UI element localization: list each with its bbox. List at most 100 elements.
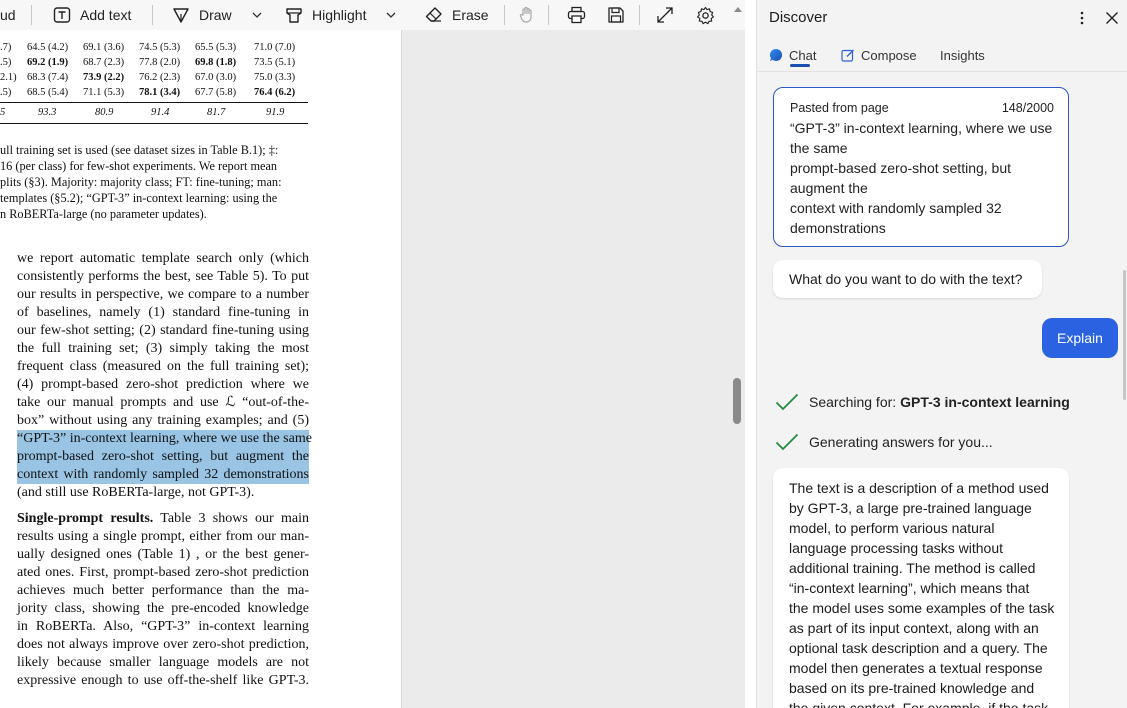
body-text-line: take our manual prompts and use ℒ “out-o… bbox=[17, 395, 309, 410]
pasted-text-card[interactable]: Pasted from page 148/2000 “GPT-3” in-con… bbox=[773, 87, 1069, 247]
body-text-line: box” without using any training examples… bbox=[17, 413, 309, 428]
answer-line: optional task description and a query. T… bbox=[789, 640, 1048, 656]
search-query: GPT-3 in-context learning bbox=[900, 394, 1070, 410]
table-cell: 71.0 (7.0) bbox=[254, 42, 296, 53]
pdf-viewer: ud Add text Draw Highlight Erase .7) 64.… bbox=[0, 0, 745, 708]
character-count: 148/2000 bbox=[1001, 101, 1054, 115]
scroll-up-arrow-icon[interactable] bbox=[733, 0, 743, 12]
table-cell: 69.8 (1.8) bbox=[195, 57, 237, 68]
tab-label: Chat bbox=[789, 47, 817, 63]
highlight-label: Highlight bbox=[312, 7, 367, 23]
toolbar-divider bbox=[152, 5, 153, 25]
table-cell: 67.0 (3.0) bbox=[195, 72, 237, 83]
discover-pane: Discover Chat Compose Insights Pasted fr… bbox=[756, 0, 1127, 708]
highlighted-text-line[interactable]: “GPT-3” in-context learning, where we us… bbox=[17, 430, 312, 448]
table-cell: 74.5 (5.3) bbox=[139, 42, 181, 53]
erase-label: Erase bbox=[452, 7, 489, 23]
body-text-line: expressive enough to use off-the-shelf l… bbox=[17, 673, 309, 688]
answer-line: as part of its input context, along with… bbox=[789, 620, 1039, 636]
pasted-text-line: the same bbox=[790, 140, 848, 156]
answer-line: based on its pre-trained knowledge and bbox=[789, 680, 1035, 696]
table-cell: 73.5 (5.1) bbox=[254, 57, 296, 68]
table-cell: 75.0 (3.3) bbox=[254, 72, 296, 83]
print-icon[interactable] bbox=[567, 0, 586, 30]
add-text-label: Add text bbox=[80, 7, 132, 23]
body-text-line: achieves much better performance than th… bbox=[17, 583, 309, 598]
tab-compose[interactable]: Compose bbox=[841, 40, 917, 70]
prompt-text: What do you want to do with the text? bbox=[789, 271, 1023, 287]
body-text-line: our results in perspective, we compare t… bbox=[17, 287, 309, 302]
discover-scrollbar[interactable] bbox=[1123, 270, 1126, 400]
table-rule bbox=[0, 102, 308, 103]
vertical-scrollbar[interactable] bbox=[730, 30, 745, 708]
table-cell: 69.2 (1.9) bbox=[27, 57, 69, 68]
body-text-line: of baselines, namely (1) standard fine-t… bbox=[17, 305, 309, 320]
table-caption-line: 16 (per class) for few-shot experiments.… bbox=[0, 159, 278, 173]
tab-insights[interactable]: Insights bbox=[940, 40, 985, 70]
chevron-down-icon[interactable] bbox=[386, 12, 396, 18]
table-caption-line: n RoBERTa-large (no parameter updates). bbox=[0, 207, 207, 221]
scrollbar-thumb[interactable] bbox=[733, 378, 741, 424]
table-cell: 5 bbox=[0, 107, 6, 118]
erase-button[interactable]: Erase bbox=[424, 0, 489, 30]
body-text-line: the full training set; (3) simply taking… bbox=[17, 341, 309, 356]
body-text-line: Single-prompt results. Table 3 shows our… bbox=[17, 510, 309, 528]
body-text-line: jority class, showing the pre-encoded kn… bbox=[17, 601, 309, 616]
draw-button[interactable]: Draw bbox=[171, 0, 262, 30]
checkmark-icon bbox=[775, 392, 799, 412]
generating-status: Generating answers for you... bbox=[775, 431, 993, 453]
toolbar-divider bbox=[31, 5, 32, 25]
table-cell: 91.9 bbox=[266, 107, 285, 118]
compose-pencil-icon bbox=[841, 48, 855, 62]
table-cell: 67.7 (5.8) bbox=[195, 87, 237, 98]
highlighted-text-line[interactable]: prompt-based zero-shot setting, but augm… bbox=[17, 448, 309, 466]
tab-label: Compose bbox=[861, 47, 917, 63]
table-cell: 91.4 bbox=[151, 107, 170, 118]
save-icon[interactable] bbox=[607, 0, 625, 30]
answer-line: the given context. For example, if the t… bbox=[789, 700, 1049, 708]
answer-line: model, to perform various natural bbox=[789, 520, 995, 536]
answer-line: by GPT-3, a large pre-trained language bbox=[789, 500, 1032, 516]
answer-text: The text is a description of a method us… bbox=[789, 478, 1057, 708]
table-caption-line: templates (§5.2); “GPT-3” in-context lea… bbox=[0, 191, 278, 205]
answer-line: The text is a description of a method us… bbox=[789, 480, 1049, 496]
close-icon[interactable] bbox=[1102, 8, 1122, 28]
hand-icon[interactable] bbox=[518, 0, 536, 30]
pane-title: Discover bbox=[769, 9, 828, 26]
highlighted-text-line[interactable]: context with randomly sampled 32 demonst… bbox=[17, 466, 309, 484]
body-text-line: (and still use RoBERTa-large, not GPT-3)… bbox=[17, 485, 255, 500]
chevron-down-icon[interactable] bbox=[252, 12, 262, 18]
more-options-icon[interactable] bbox=[1073, 9, 1091, 27]
table-cell: 73.9 (2.2) bbox=[83, 72, 125, 83]
discover-header: Discover bbox=[757, 0, 1127, 36]
body-text-line: does not always improve over zero-shot p… bbox=[17, 637, 309, 652]
expand-icon[interactable] bbox=[656, 0, 674, 30]
pasted-text-line: demonstrations bbox=[790, 220, 886, 236]
highlight-button[interactable]: Highlight bbox=[284, 0, 396, 30]
pasted-text-line: prompt-based zero-shot setting, but bbox=[790, 160, 1012, 176]
table-cell: 64.5 (4.2) bbox=[27, 42, 69, 53]
body-text-line: our few-shot setting; (2) standard fine-… bbox=[17, 323, 309, 338]
body-text-line: ually designed ones (Table 1) , or the b… bbox=[17, 547, 309, 562]
toolbar-divider bbox=[548, 5, 549, 25]
table-cell: 71.1 (5.3) bbox=[83, 87, 125, 98]
pasted-text-line: augment the bbox=[790, 180, 868, 196]
table-cell: 81.7 bbox=[207, 107, 226, 118]
body-text-line: likely because smaller language models a… bbox=[17, 655, 309, 670]
search-status-prefix: Searching for: bbox=[809, 394, 897, 410]
explain-button[interactable]: Explain bbox=[1042, 318, 1118, 358]
settings-gear-icon[interactable] bbox=[696, 0, 715, 30]
search-status: Searching for: GPT-3 in-context learning bbox=[775, 391, 1070, 413]
table-cell: .5) bbox=[0, 57, 12, 68]
discover-tabs: Chat Compose Insights bbox=[757, 40, 1127, 72]
table-cell: 78.1 (3.4) bbox=[139, 87, 181, 98]
active-tab-indicator bbox=[790, 64, 810, 67]
body-text-line: consistently performs the best, see Tabl… bbox=[17, 269, 309, 284]
pasted-card-header: Pasted from page 148/2000 bbox=[790, 98, 1054, 118]
body-text-line: ated ones. First, prompt-based zero-shot… bbox=[17, 565, 309, 580]
body-text-line: (4) prompt-based zero-shot prediction wh… bbox=[17, 377, 309, 392]
pdf-page: .7) 64.5 (4.2) 69.1 (3.6) 74.5 (5.3) 65.… bbox=[0, 30, 402, 708]
table-cell: 76.4 (6.2) bbox=[254, 87, 296, 98]
add-text-button[interactable]: Add text bbox=[52, 0, 131, 30]
table-cell: 77.8 (2.0) bbox=[139, 57, 181, 68]
